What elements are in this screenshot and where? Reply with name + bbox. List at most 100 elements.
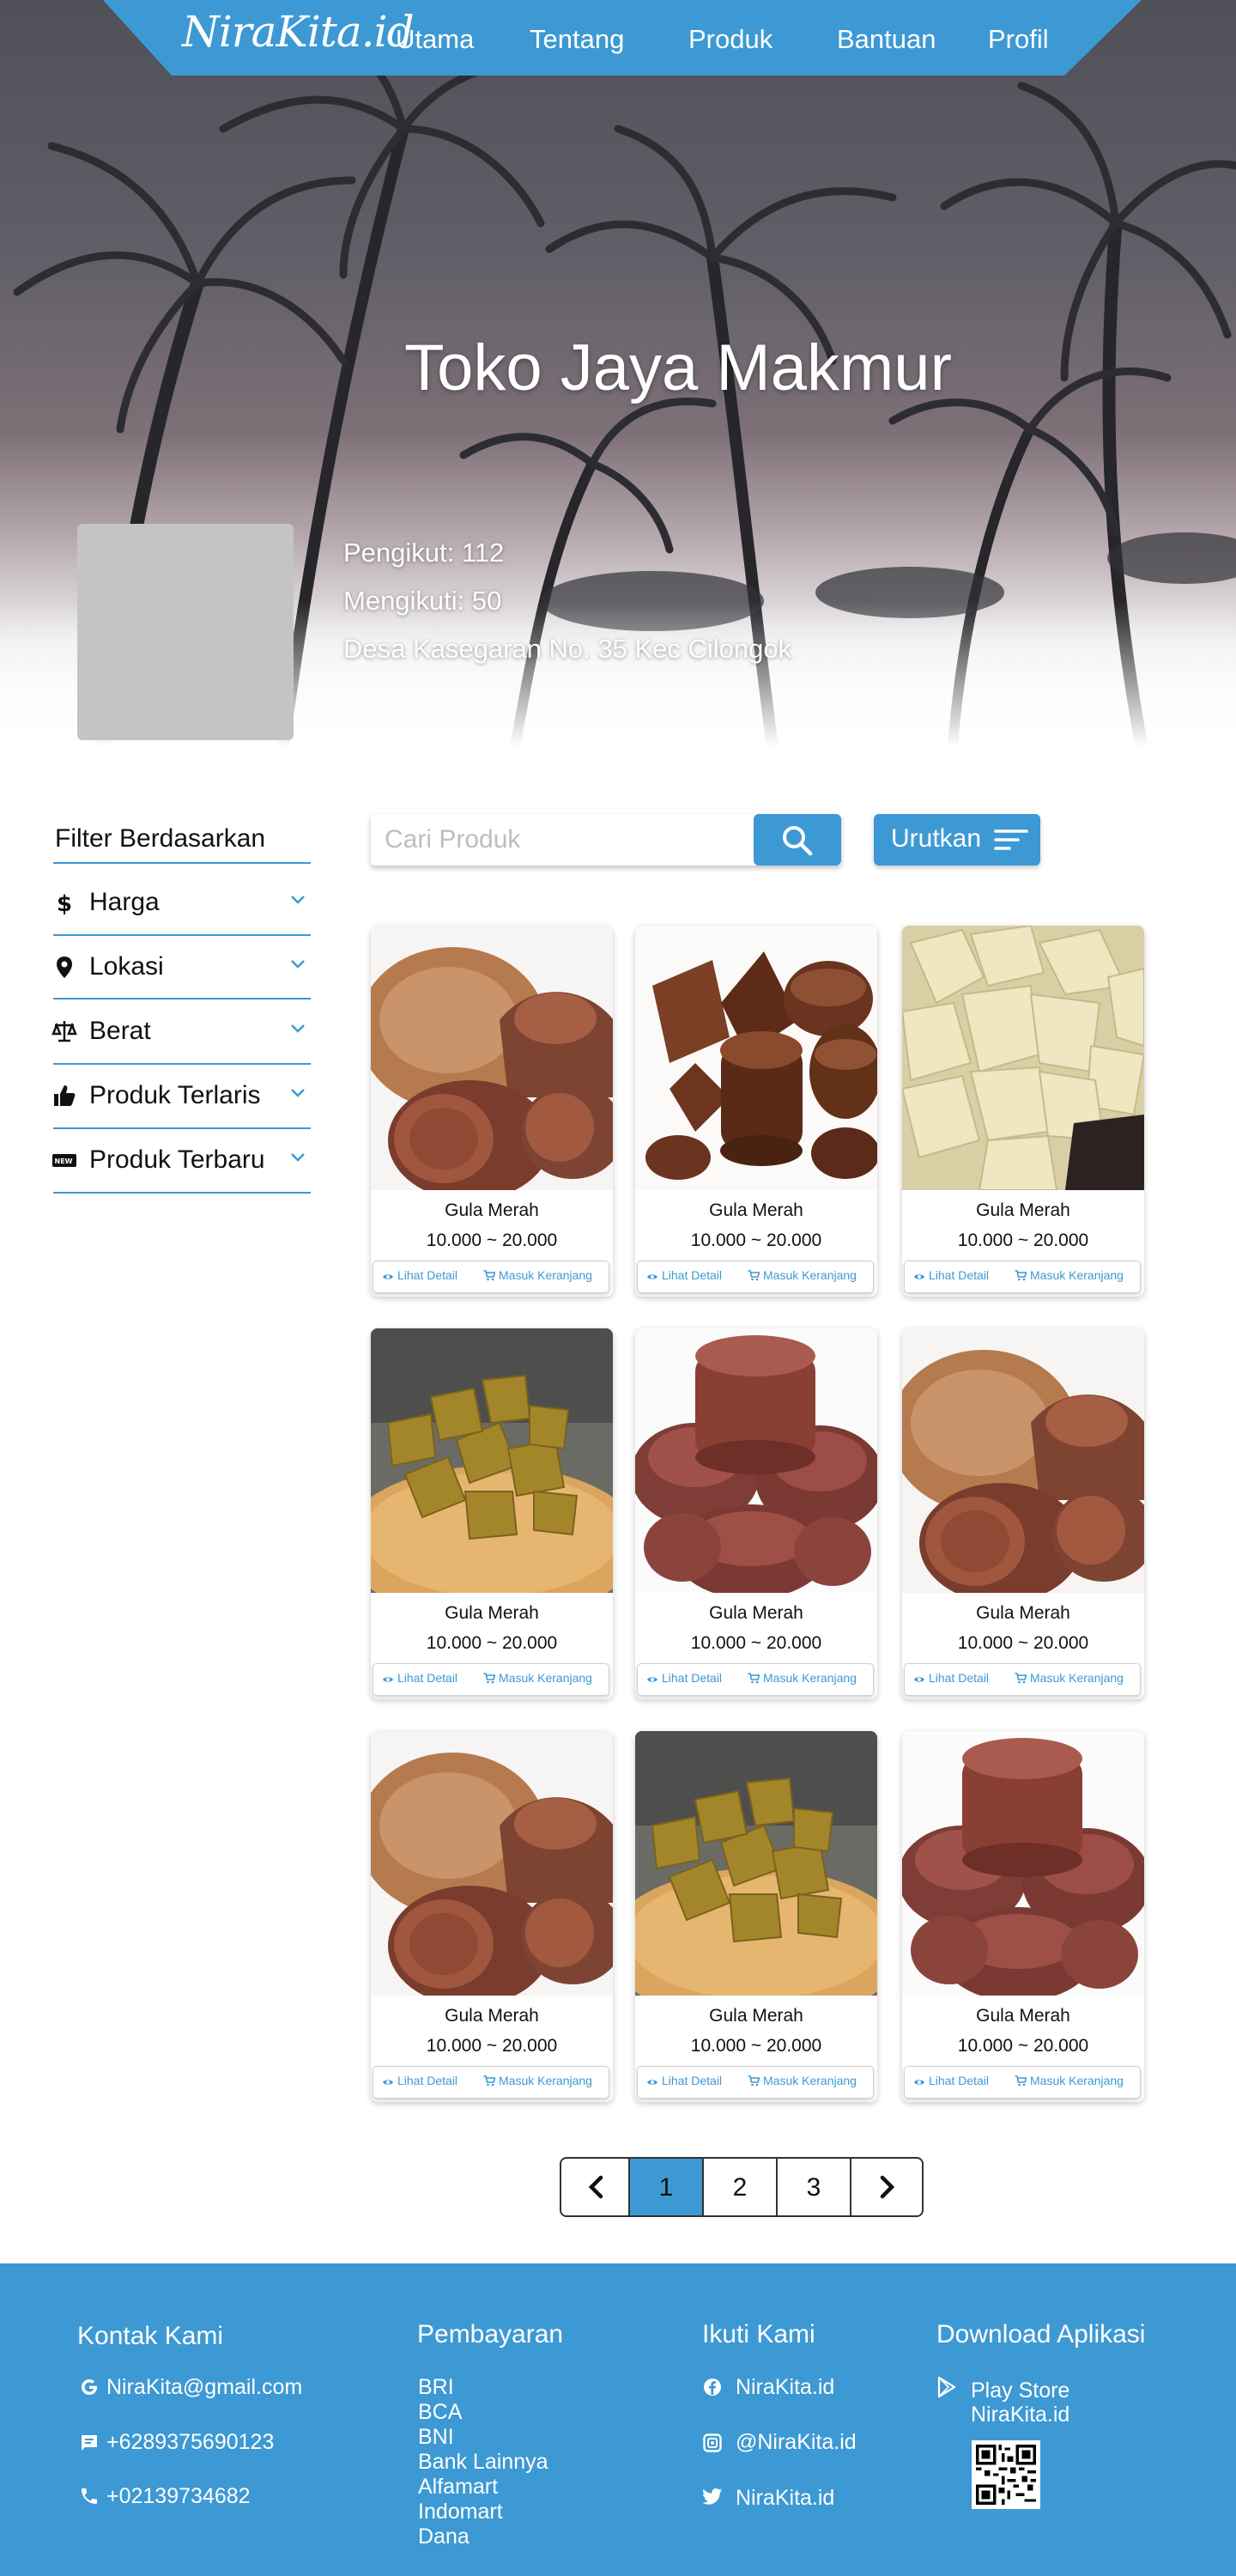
add-to-cart-button[interactable]: Masuk Keranjang [483,1671,592,1685]
add-to-cart-button[interactable]: Masuk Keranjang [483,1268,592,1282]
play-store-link[interactable]: Play Store [971,2379,1069,2403]
filter-label: Produk Terlaris [89,1081,261,1109]
add-to-cart-label: Masuk Keranjang [1030,1268,1124,1282]
product-image[interactable] [902,1731,1144,1996]
search-input[interactable] [385,823,745,857]
product-name: Gula Merah [976,1200,1070,1220]
eye-icon [383,2080,393,2085]
view-detail-label: Lihat Detail [397,1671,458,1685]
filter-item-harga[interactable]: $ Harga [52,874,311,934]
product-image[interactable] [635,1328,877,1593]
footer-twitter[interactable]: NiraKita.id [736,2486,834,2511]
phone-icon [82,2488,97,2504]
view-detail-button[interactable]: Lihat Detail [646,1268,722,1282]
add-to-cart-button[interactable]: Masuk Keranjang [1015,1268,1124,1282]
product-price: 10.000 ~ 20.000 [426,2036,558,2056]
product-image[interactable] [635,1731,877,1996]
payment-method: BRI [418,2375,454,2399]
view-detail-label: Lihat Detail [397,1268,458,1282]
filter-item-lokasi[interactable]: Lokasi [52,939,311,999]
product-card[interactable]: Gula Merah 10.000 ~ 20.000 Lihat Detail … [902,926,1144,1297]
filter-label: Berat [89,1017,151,1045]
product-actions: Lihat Detail Masuk Keranjang [637,1663,874,1696]
add-to-cart-button[interactable]: Masuk Keranjang [748,1671,857,1685]
sort-button[interactable]: Urutkan [874,814,1040,866]
page-number: 3 [806,2173,821,2202]
product-card[interactable]: Gula Merah 10.000 ~ 20.000 Lihat Detail … [371,926,613,1297]
add-to-cart-button[interactable]: Masuk Keranjang [748,1268,857,1282]
filter-item-produk-terbaru[interactable]: NEW Produk Terbaru [52,1132,311,1192]
filter-item-berat[interactable]: Berat [52,1003,311,1063]
view-detail-button[interactable]: Lihat Detail [913,1268,989,1282]
view-detail-button[interactable]: Lihat Detail [382,2074,457,2087]
payment-method: Bank Lainnya [418,2450,548,2474]
view-detail-button[interactable]: Lihat Detail [382,1671,457,1685]
facebook-icon [704,2379,721,2396]
nav-item-produk[interactable]: Produk [688,24,772,55]
payment-method: BNI [418,2425,454,2449]
pagination-page-1[interactable]: 1 [628,2157,704,2217]
product-image[interactable] [371,1731,613,1996]
product-card[interactable]: Gula Merah 10.000 ~ 20.000 Lihat Detail … [635,1731,877,2102]
brand-logo[interactable]: NiraKita.id [182,7,415,57]
add-to-cart-button[interactable]: Masuk Keranjang [748,2074,857,2087]
filter-divider [53,862,311,864]
product-price: 10.000 ~ 20.000 [957,1230,1089,1250]
cart-icon [1015,1270,1027,1281]
filter-item-produk-terlaris[interactable]: Produk Terlaris [52,1067,311,1127]
play-store-icon [937,2376,956,2398]
product-image-dark-palm-sugar [635,926,877,1190]
nav-item-tentang[interactable]: Tentang [530,24,624,55]
add-to-cart-label: Masuk Keranjang [499,2074,592,2087]
footer-instagram[interactable]: @NiraKita.id [736,2430,857,2455]
product-image[interactable] [371,926,613,1190]
instagram-icon [703,2433,722,2452]
nav-item-utama[interactable]: Utama [396,24,474,55]
product-image-brown-sugar-blocks [371,1731,613,1996]
page-number: 2 [732,2173,748,2202]
product-card[interactable]: Gula Merah 10.000 ~ 20.000 Lihat Detail … [635,1328,877,1699]
cart-icon [483,1270,496,1281]
nav-item-profil[interactable]: Profil [988,24,1049,55]
product-card[interactable]: Gula Merah 10.000 ~ 20.000 Lihat Detail … [371,1328,613,1699]
add-to-cart-label: Masuk Keranjang [1030,1671,1124,1685]
search-icon [783,826,813,856]
pagination-next-button[interactable] [850,2157,924,2217]
product-image[interactable] [371,1328,613,1593]
product-image[interactable] [902,926,1144,1190]
product-name: Gula Merah [976,1603,1070,1623]
product-card[interactable]: Gula Merah 10.000 ~ 20.000 Lihat Detail … [902,1731,1144,2102]
nav-item-bantuan[interactable]: Bantuan [837,24,936,55]
footer-payment-title: Pembayaran [417,2320,564,2348]
add-to-cart-button[interactable]: Masuk Keranjang [483,2074,592,2087]
cart-icon [748,2075,760,2087]
product-image[interactable] [902,1328,1144,1593]
add-to-cart-button[interactable]: Masuk Keranjang [1015,1671,1124,1685]
footer-whatsapp[interactable]: +6289375690123 [106,2430,274,2455]
filter-divider [53,1063,311,1065]
footer-contact-title: Kontak Kami [77,2322,224,2350]
product-actions: Lihat Detail Masuk Keranjang [904,1261,1141,1293]
product-image[interactable] [635,926,877,1190]
view-detail-button[interactable]: Lihat Detail [913,1671,989,1685]
product-card[interactable]: Gula Merah 10.000 ~ 20.000 Lihat Detail … [902,1328,1144,1699]
footer-email[interactable]: NiraKita@gmail.com [106,2375,302,2400]
following-count: Mengikuti: 50 [343,586,502,616]
add-to-cart-button[interactable]: Masuk Keranjang [1015,2074,1124,2087]
view-detail-button[interactable]: Lihat Detail [913,2074,989,2087]
view-detail-button[interactable]: Lihat Detail [646,1671,722,1685]
add-to-cart-label: Masuk Keranjang [499,1268,592,1282]
qr-code-pattern [976,2445,1036,2505]
page-number: 1 [658,2173,674,2202]
app-name[interactable]: NiraKita.id [971,2403,1069,2427]
pagination-page-3[interactable]: 3 [776,2157,851,2217]
pagination-page-2[interactable]: 2 [702,2157,778,2217]
pagination-prev-button[interactable] [560,2157,630,2217]
product-card[interactable]: Gula Merah 10.000 ~ 20.000 Lihat Detail … [371,1731,613,2102]
view-detail-button[interactable]: Lihat Detail [646,2074,722,2087]
search-button[interactable] [754,814,841,866]
footer-phone[interactable]: +02139734682 [106,2484,251,2509]
view-detail-button[interactable]: Lihat Detail [382,1268,457,1282]
footer-facebook[interactable]: NiraKita.id [736,2375,834,2400]
product-card[interactable]: Gula Merah 10.000 ~ 20.000 Lihat Detail … [635,926,877,1297]
